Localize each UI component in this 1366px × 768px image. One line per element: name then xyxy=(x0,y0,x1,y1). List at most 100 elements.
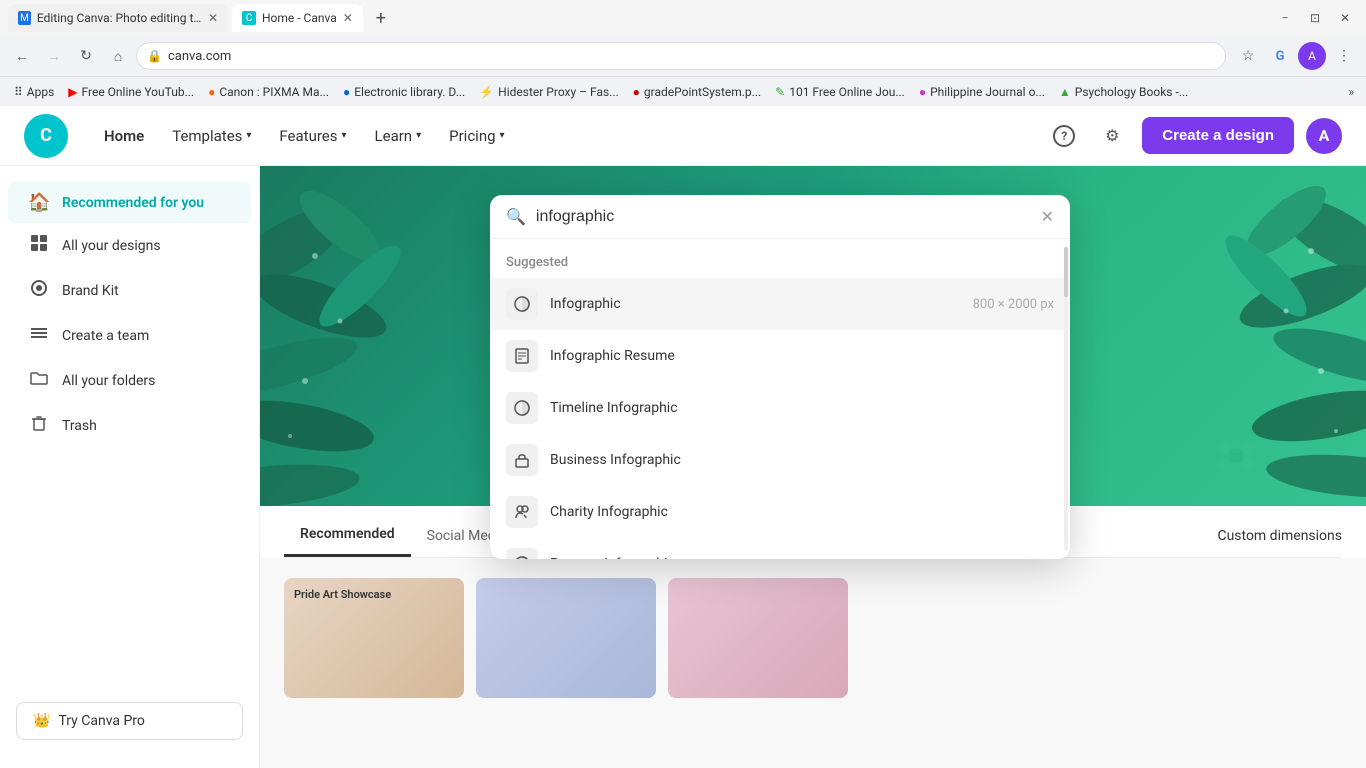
nav-actions: ? ⚙ Create a design A xyxy=(1046,117,1342,154)
search-item-infographic[interactable]: Infographic 800 × 2000 px xyxy=(490,278,1070,330)
window-controls: − ⊡ ✕ xyxy=(1272,5,1358,31)
learn-chevron-icon: ▾ xyxy=(416,130,421,141)
bookmark-apps[interactable]: ⠿ Apps xyxy=(8,83,60,101)
sidebar-brand-label: Brand Kit xyxy=(62,283,119,299)
resume-icon xyxy=(506,340,538,372)
infographic-icon xyxy=(506,288,538,320)
psych-icon: ▲ xyxy=(1059,85,1071,99)
sidebar: 🏠 Recommended for you All your designs xyxy=(0,166,260,768)
timeline-icon xyxy=(506,392,538,424)
yt-icon: ▶ xyxy=(68,85,77,99)
search-item-business[interactable]: Business Infographic xyxy=(490,434,1070,486)
bookmark-elibrary[interactable]: ● Electronic library. D... xyxy=(337,83,471,101)
process-label: Process Infographic xyxy=(550,556,1054,559)
search-icon: 🔍 xyxy=(506,207,526,226)
sidebar-item-recommended[interactable]: 🏠 Recommended for you xyxy=(8,182,251,223)
help-button[interactable]: ? xyxy=(1046,118,1082,154)
charity-icon xyxy=(506,496,538,528)
user-avatar[interactable]: A xyxy=(1306,118,1342,154)
team-icon xyxy=(28,323,50,348)
business-icon xyxy=(506,444,538,476)
sidebar-team-label: Create a team xyxy=(62,328,149,344)
try-pro-label: Try Canva Pro xyxy=(58,713,144,729)
more-bookmarks-button[interactable]: » xyxy=(1344,83,1358,101)
search-item-resume[interactable]: Infographic Resume xyxy=(490,330,1070,382)
star-icon[interactable]: ☆ xyxy=(1234,42,1262,70)
top-nav: C Home Templates ▾ Features ▾ Learn ▾ Pr… xyxy=(0,106,1366,166)
browser-tab-1[interactable]: M Editing Canva: Photo editing too... ✕ xyxy=(8,4,228,32)
search-clear-button[interactable]: ✕ xyxy=(1041,207,1054,226)
bookmark-psych[interactable]: ▲ Psychology Books -... xyxy=(1053,83,1194,101)
sidebar-folders-label: All your folders xyxy=(62,373,155,389)
new-tab-button[interactable]: + xyxy=(367,4,395,32)
search-scrollbar-thumb[interactable] xyxy=(1064,247,1068,297)
canon-icon: ● xyxy=(208,85,215,99)
folder-icon xyxy=(28,368,50,393)
nav-home[interactable]: Home xyxy=(92,119,156,153)
menu-icon[interactable]: ⋮ xyxy=(1330,42,1358,70)
brand-icon xyxy=(28,278,50,303)
bookmark-gps[interactable]: ● gradePointSystem.p... xyxy=(627,83,768,101)
sidebar-item-brand[interactable]: Brand Kit xyxy=(8,268,251,313)
sidebar-footer: 👑 Try Canva Pro xyxy=(0,690,259,752)
search-item-charity[interactable]: Charity Infographic xyxy=(490,486,1070,538)
settings-button[interactable]: ⚙ xyxy=(1094,118,1130,154)
canva-logo[interactable]: C xyxy=(24,114,68,158)
google-icon[interactable]: G xyxy=(1266,42,1294,70)
bookmark-hidester[interactable]: ⚡ Hidester Proxy – Fas... xyxy=(473,83,624,101)
browser-chrome: M Editing Canva: Photo editing too... ✕ … xyxy=(0,0,1366,106)
resume-label: Infographic Resume xyxy=(550,348,1054,364)
tab1-title: Editing Canva: Photo editing too... xyxy=(37,11,202,25)
tab1-close[interactable]: ✕ xyxy=(208,11,218,25)
nav-learn[interactable]: Learn ▾ xyxy=(363,119,434,153)
user-account-icon[interactable]: A xyxy=(1298,42,1326,70)
create-design-button[interactable]: Create a design xyxy=(1142,117,1294,154)
bookmark-philippine[interactable]: ● Philippine Journal o... xyxy=(913,83,1051,101)
tab-recommended[interactable]: Recommended xyxy=(284,514,411,557)
infographic-label: Infographic xyxy=(550,296,961,312)
sidebar-item-trash[interactable]: Trash xyxy=(8,403,251,448)
bookmark-canon[interactable]: ● Canon : PIXMA Ma... xyxy=(202,83,335,101)
custom-dimensions-link[interactable]: Custom dimensions xyxy=(1217,516,1342,556)
bookmark-101[interactable]: ✎ 101 Free Online Jou... xyxy=(769,83,911,101)
grid-icon xyxy=(28,233,50,258)
sidebar-recommended-label: Recommended for you xyxy=(62,195,204,211)
nav-features[interactable]: Features ▾ xyxy=(267,119,358,153)
close-button[interactable]: ✕ xyxy=(1332,5,1358,31)
search-scrollbar[interactable] xyxy=(1064,247,1068,551)
search-input[interactable] xyxy=(536,208,1031,226)
browser-toolbar: ← → ↻ ⌂ 🔒 canva.com ☆ G A ⋮ xyxy=(0,36,1366,76)
minimize-button[interactable]: − xyxy=(1272,5,1298,31)
101-icon: ✎ xyxy=(775,85,785,99)
lib-icon: ● xyxy=(343,85,350,99)
sidebar-designs-label: All your designs xyxy=(62,238,161,254)
trash-icon xyxy=(28,413,50,438)
search-item-process[interactable]: Process Infographic xyxy=(490,538,1070,559)
design-card-2[interactable] xyxy=(476,578,656,698)
tab2-close[interactable]: ✕ xyxy=(343,11,353,25)
lock-icon: 🔒 xyxy=(147,49,162,63)
tab1-favicon: M xyxy=(18,11,31,25)
nav-templates[interactable]: Templates ▾ xyxy=(160,119,263,153)
pricing-chevron-icon: ▾ xyxy=(500,130,505,141)
address-bar[interactable]: 🔒 canva.com xyxy=(136,42,1226,70)
design-card-1[interactable]: Pride Art Showcase xyxy=(284,578,464,698)
toolbar-icons: ☆ G A ⋮ xyxy=(1234,42,1358,70)
maximize-button[interactable]: ⊡ xyxy=(1302,5,1328,31)
browser-tab-2[interactable]: C Home - Canva ✕ xyxy=(232,4,363,32)
features-chevron-icon: ▾ xyxy=(342,130,347,141)
nav-pricing[interactable]: Pricing ▾ xyxy=(437,119,516,153)
try-pro-button[interactable]: 👑 Try Canva Pro xyxy=(16,702,243,740)
ph-icon: ● xyxy=(919,85,926,99)
sidebar-item-folders[interactable]: All your folders xyxy=(8,358,251,403)
sidebar-item-designs[interactable]: All your designs xyxy=(8,223,251,268)
bookmark-youtube[interactable]: ▶ Free Online YouTub... xyxy=(62,83,200,101)
search-item-timeline[interactable]: Timeline Infographic xyxy=(490,382,1070,434)
sidebar-item-team[interactable]: Create a team xyxy=(8,313,251,358)
refresh-button[interactable]: ↻ xyxy=(72,42,100,70)
design-card-3[interactable] xyxy=(668,578,848,698)
forward-button[interactable]: → xyxy=(40,42,68,70)
home-button[interactable]: ⌂ xyxy=(104,42,132,70)
charity-label: Charity Infographic xyxy=(550,504,1054,520)
back-button[interactable]: ← xyxy=(8,42,36,70)
